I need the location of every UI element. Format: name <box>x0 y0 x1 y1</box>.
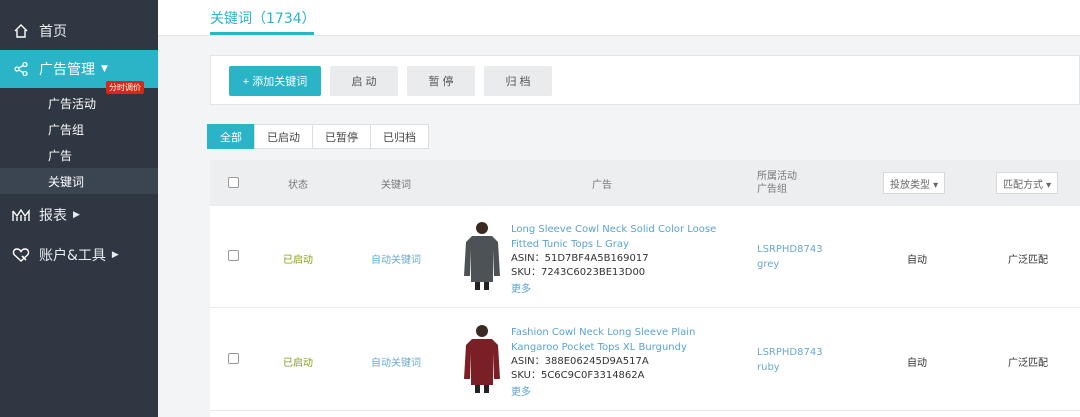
row-checkbox[interactable] <box>228 353 239 364</box>
column-status: 状态 <box>288 179 308 191</box>
asin-text: ASIN：51D7BF4A5B169017 <box>511 253 649 264</box>
campaign-link[interactable]: LSRPHD8743 grey <box>757 242 823 272</box>
row-checkbox[interactable] <box>228 250 239 261</box>
column-ad: 广告 <box>592 179 612 191</box>
product-thumbnail <box>460 220 504 290</box>
sidebar-subitem-adgroups[interactable]: 广告组 <box>0 116 158 142</box>
caret-right-icon: ▶ <box>73 210 80 220</box>
filter-started[interactable]: 已启动 <box>254 124 313 149</box>
product-title-link[interactable]: Kangaroo Pocket Tops XL Burgundy <box>511 340 751 355</box>
product-shirt-shape <box>464 236 500 282</box>
select-all-checkbox[interactable] <box>228 177 239 188</box>
more-link[interactable]: 更多 <box>511 280 751 295</box>
sidebar-subitem-keywords[interactable]: 关键词 <box>0 168 158 194</box>
table-header: 状态 关键词 广告 所属活动 广告组 投放类型 ▾ 匹配方式 ▾ <box>210 160 1080 206</box>
filter-paused[interactable]: 已暂停 <box>312 124 371 149</box>
product-shirt-shape <box>464 339 500 385</box>
table-row: 已启动 自动关键词 Long Sleeve Cowl Neck Solid Co… <box>210 206 1080 308</box>
time-bid-badge: 分时调价 <box>106 81 144 94</box>
sidebar: 首页 广告管理 ▼ 广告活动 分时调价 广告组 广告 关键词 报表 ▶ 账户&工… <box>0 0 158 417</box>
nav-item-home[interactable]: 首页 <box>0 12 158 50</box>
heart-tool-icon <box>12 246 30 264</box>
campaign-link[interactable]: LSRPHD8743 ruby <box>757 345 823 375</box>
add-keyword-button[interactable]: + 添加关键词 <box>229 66 321 96</box>
status-badge: 已启动 <box>283 358 313 369</box>
active-tab-indicator <box>210 32 314 35</box>
filter-all[interactable]: 全部 <box>207 124 255 149</box>
keyword-link[interactable]: 自动关键词 <box>371 251 421 266</box>
match-type-dropdown[interactable]: 匹配方式 ▾ <box>996 172 1059 194</box>
nav-item-label: 首页 <box>39 24 67 40</box>
column-campaign-adgroup: 所属活动 广告组 <box>757 171 797 195</box>
sku-text: SKU：5C6C9C0F3314862A <box>511 370 645 381</box>
bar-chart-icon <box>12 206 30 224</box>
start-button[interactable]: 启 动 <box>330 66 398 96</box>
keyword-link[interactable]: 自动关键词 <box>371 354 421 369</box>
nav-item-reports[interactable]: 报表 ▶ <box>0 196 158 234</box>
sidebar-subitem-ads[interactable]: 广告 <box>0 142 158 168</box>
archive-button[interactable]: 归 档 <box>484 66 552 96</box>
match-type-value: 广泛匹配 <box>1008 255 1048 266</box>
nav-item-account-tools[interactable]: 账户&工具 ▶ <box>0 236 158 274</box>
pause-button[interactable]: 暂 停 <box>407 66 475 96</box>
nav-item-label: 账户&工具 <box>39 248 106 264</box>
table-row: 已启动 自动关键词 Fashion Cowl Neck Long Sleeve … <box>210 309 1080 411</box>
caret-right-icon: ▶ <box>111 250 119 260</box>
tab-keywords[interactable]: 关键词（1734） <box>210 8 316 28</box>
product-title-link[interactable]: Fitted Tunic Tops L Gray <box>511 237 751 252</box>
product-thumbnail <box>460 323 504 393</box>
tab-bar: 关键词（1734） <box>158 0 1080 36</box>
home-icon <box>12 22 30 40</box>
nav-item-label: 报表 <box>39 208 67 224</box>
product-title-link[interactable]: Long Sleeve Cowl Neck Solid Color Loose <box>511 222 751 237</box>
delivery-type-dropdown[interactable]: 投放类型 ▾ <box>883 172 946 194</box>
share-icon <box>12 60 30 78</box>
main-content: 关键词（1734） + 添加关键词 启 动 暂 停 归 档 全部 已启动 已暂停… <box>158 0 1080 417</box>
nav-item-label: 广告管理 <box>39 62 95 78</box>
filter-archived[interactable]: 已归档 <box>370 124 429 149</box>
status-badge: 已启动 <box>283 255 313 266</box>
sku-text: SKU：7243C6023BE13D00 <box>511 267 646 278</box>
asin-text: ASIN：388E06245D9A517A <box>511 356 649 367</box>
action-toolbar: + 添加关键词 启 动 暂 停 归 档 <box>210 55 1080 105</box>
match-type-value: 广泛匹配 <box>1008 358 1048 369</box>
delivery-type-value: 自动 <box>907 255 927 266</box>
caret-down-icon: ▼ <box>101 64 108 74</box>
column-keyword: 关键词 <box>381 179 411 191</box>
keywords-table: 状态 关键词 广告 所属活动 广告组 投放类型 ▾ 匹配方式 ▾ 已启动 自动关… <box>210 160 1080 417</box>
delivery-type-value: 自动 <box>907 358 927 369</box>
more-link[interactable]: 更多 <box>511 383 751 398</box>
product-title-link[interactable]: Fashion Cowl Neck Long Sleeve Plain <box>511 325 751 340</box>
status-filter-group: 全部 已启动 已暂停 已归档 <box>207 124 429 149</box>
